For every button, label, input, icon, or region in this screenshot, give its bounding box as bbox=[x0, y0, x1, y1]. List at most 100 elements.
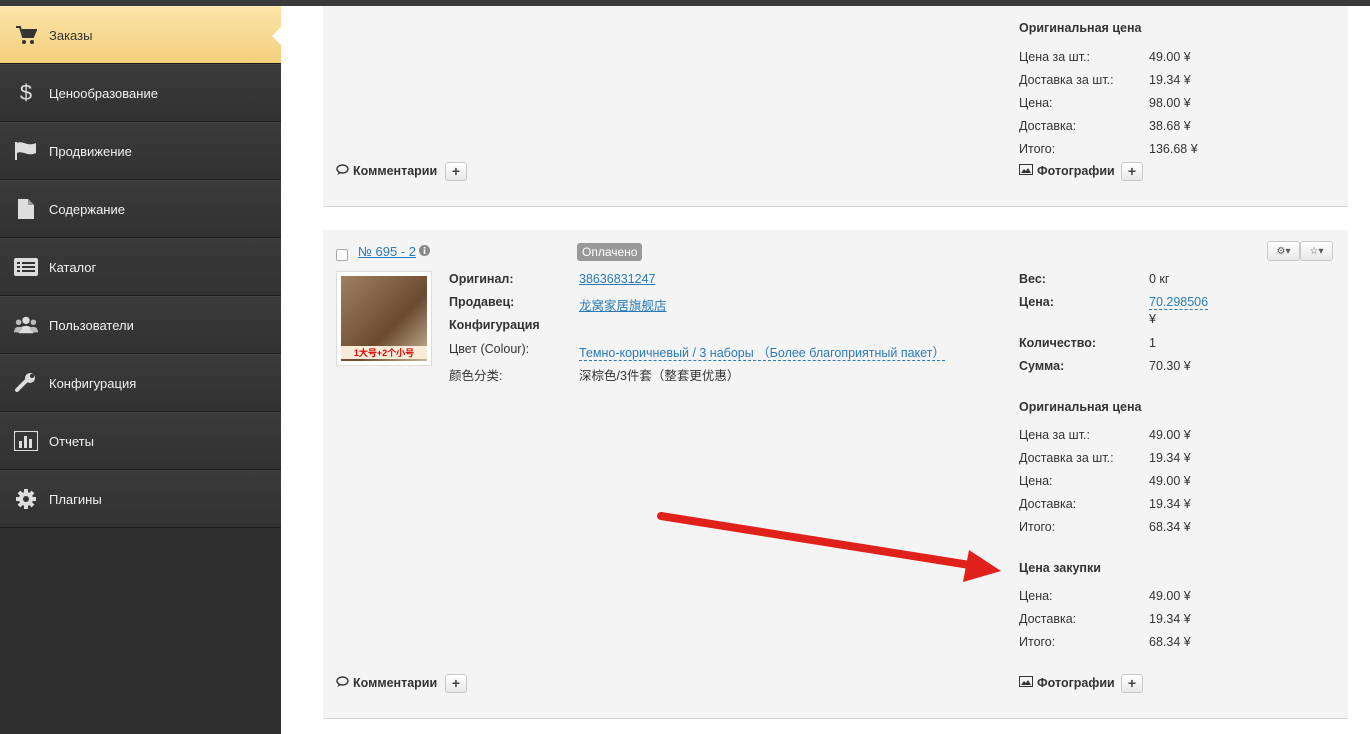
comment-icon bbox=[336, 164, 349, 178]
sidebar-item-content[interactable]: Содержание bbox=[0, 180, 281, 238]
main-content: Оригинальная цена Цена за шт.: 49.00 ¥ Д… bbox=[281, 6, 1370, 734]
sidebar-item-orders[interactable]: Заказы bbox=[0, 6, 282, 64]
users-icon bbox=[14, 313, 38, 337]
row-label: Цена за шт.: bbox=[1019, 428, 1090, 442]
sidebar-item-reports[interactable]: Отчеты bbox=[0, 412, 281, 470]
qty-value: 1 bbox=[1149, 336, 1156, 350]
sidebar-item-label: Пользователи bbox=[49, 317, 134, 333]
sidebar-item-plugins[interactable]: Плагины bbox=[0, 470, 281, 528]
sidebar-item-label: Каталог bbox=[49, 259, 97, 275]
original-price-title: Оригинальная цена bbox=[1019, 400, 1142, 414]
seller-link[interactable]: 龙窝家居旗舰店 bbox=[579, 299, 667, 313]
sidebar-item-promotion[interactable]: Продвижение bbox=[0, 122, 281, 180]
row-label: Цена: bbox=[1019, 96, 1053, 110]
comment-icon bbox=[336, 676, 349, 690]
sidebar-item-label: Конфигурация bbox=[49, 375, 137, 391]
sum-label: Сумма: bbox=[1019, 359, 1065, 373]
order-item-card: № 695 - 2 Оплачено ⚙▾ ☆▾ 1大号+2个小号 Оригин… bbox=[323, 230, 1348, 719]
add-comment-button[interactable]: + bbox=[445, 674, 467, 693]
sidebar-item-catalog[interactable]: Каталог bbox=[0, 238, 281, 296]
select-checkbox[interactable] bbox=[336, 249, 348, 261]
row-label: Доставка: bbox=[1019, 497, 1077, 511]
row-value: 68.34 ¥ bbox=[1149, 520, 1191, 534]
add-comment-button[interactable]: + bbox=[445, 162, 467, 181]
annotation-arrow bbox=[657, 512, 1001, 582]
gear-icon: ⚙▾ bbox=[1276, 245, 1291, 257]
row-label: Итого: bbox=[1019, 520, 1056, 534]
dollar-icon: $ bbox=[19, 80, 33, 105]
sidebar-item-label: Плагины bbox=[49, 491, 102, 507]
sum-value: 70.30 ¥ bbox=[1149, 359, 1191, 373]
row-label: Цена: bbox=[1019, 589, 1053, 603]
config-label: Конфигурация bbox=[449, 318, 540, 332]
add-photo-button[interactable]: + bbox=[1121, 674, 1143, 693]
row-value: 49.00 ¥ bbox=[1149, 428, 1191, 442]
weight-label: Вес: bbox=[1019, 272, 1046, 286]
row-value: 68.34 ¥ bbox=[1149, 635, 1191, 649]
cart-icon bbox=[14, 23, 38, 47]
row-value: 49.00 ¥ bbox=[1149, 50, 1191, 64]
row-label: Итого: bbox=[1019, 142, 1056, 156]
sidebar-item-label: Заказы bbox=[49, 27, 93, 43]
price-edit-link[interactable]: 70.298506 bbox=[1149, 295, 1209, 310]
status-badge: Оплачено bbox=[577, 243, 643, 261]
favorite-dropdown-button[interactable]: ☆▾ bbox=[1300, 241, 1333, 261]
weight-value: 0 кг bbox=[1149, 272, 1170, 286]
row-value: 19.34 ¥ bbox=[1149, 497, 1191, 511]
sidebar-item-users[interactable]: Пользователи bbox=[0, 296, 281, 354]
list-icon bbox=[14, 255, 38, 279]
comments-section: Комментарии bbox=[336, 164, 437, 178]
color-value-link[interactable]: Темно-коричневый / 3 наборы （Более благо… bbox=[579, 346, 945, 361]
photos-section: Фотографии bbox=[1019, 164, 1115, 178]
row-label: Доставка за шт.: bbox=[1019, 451, 1114, 465]
original-price-title: Оригинальная цена bbox=[1019, 21, 1142, 35]
sidebar-item-label: Отчеты bbox=[49, 433, 94, 449]
cn-color-value: 深棕色/3件套（整套更优惠） bbox=[579, 369, 740, 383]
color-label: Цвет (Colour): bbox=[449, 342, 530, 356]
row-label: Итого: bbox=[1019, 635, 1056, 649]
chart-icon bbox=[14, 429, 38, 453]
row-value: 38.68 ¥ bbox=[1149, 119, 1191, 133]
row-value: 19.34 ¥ bbox=[1149, 451, 1191, 465]
order-number-link[interactable]: № 695 - 2 bbox=[358, 244, 416, 259]
original-label: Оригинал: bbox=[449, 272, 514, 286]
comments-label: Комментарии bbox=[353, 676, 438, 690]
sidebar-item-pricing[interactable]: $ Ценообразование bbox=[0, 64, 281, 122]
sidebar-item-configuration[interactable]: Конфигурация bbox=[0, 354, 281, 412]
photos-label: Фотографии bbox=[1037, 676, 1115, 690]
cn-color-label: 颜色分类: bbox=[449, 369, 503, 383]
original-link[interactable]: 38636831247 bbox=[579, 272, 655, 286]
gear-icon bbox=[14, 487, 38, 511]
comments-section: Комментарии bbox=[336, 676, 437, 690]
order-item-card: Оригинальная цена Цена за шт.: 49.00 ¥ Д… bbox=[323, 6, 1348, 207]
row-label: Доставка: bbox=[1019, 119, 1077, 133]
product-thumbnail[interactable]: 1大号+2个小号 bbox=[336, 271, 432, 366]
row-label: Цена за шт.: bbox=[1019, 50, 1090, 64]
row-value: 49.00 ¥ bbox=[1149, 474, 1191, 488]
photos-label: Фотографии bbox=[1037, 164, 1115, 178]
add-photo-button[interactable]: + bbox=[1121, 162, 1143, 181]
row-value: 49.00 ¥ bbox=[1149, 589, 1191, 603]
sidebar: Заказы $ Ценообразование Продвижение Сод… bbox=[0, 6, 282, 734]
info-icon[interactable] bbox=[419, 244, 431, 259]
picture-icon bbox=[1019, 164, 1033, 178]
wrench-icon bbox=[14, 371, 38, 395]
row-value: 136.68 ¥ bbox=[1149, 142, 1198, 156]
product-image: 1大号+2个小号 bbox=[341, 276, 427, 361]
flag-icon bbox=[14, 139, 38, 163]
thumbnail-caption: 1大号+2个小号 bbox=[341, 346, 427, 359]
seller-label: Продавец: bbox=[449, 295, 515, 309]
document-icon bbox=[14, 197, 38, 221]
row-value: 98.00 ¥ bbox=[1149, 96, 1191, 110]
qty-label: Количество: bbox=[1019, 336, 1097, 350]
row-label: Доставка: bbox=[1019, 612, 1077, 626]
price-label: Цена: bbox=[1019, 295, 1054, 309]
settings-dropdown-button[interactable]: ⚙▾ bbox=[1267, 241, 1300, 261]
row-value: 19.34 ¥ bbox=[1149, 612, 1191, 626]
picture-icon bbox=[1019, 676, 1033, 690]
purchase-price-title: Цена закупки bbox=[1019, 561, 1101, 575]
sidebar-item-label: Содержание bbox=[49, 201, 125, 217]
sidebar-item-label: Ценообразование bbox=[49, 85, 158, 101]
order-number: № 695 - 2 bbox=[358, 244, 431, 259]
star-icon: ☆▾ bbox=[1309, 245, 1324, 257]
